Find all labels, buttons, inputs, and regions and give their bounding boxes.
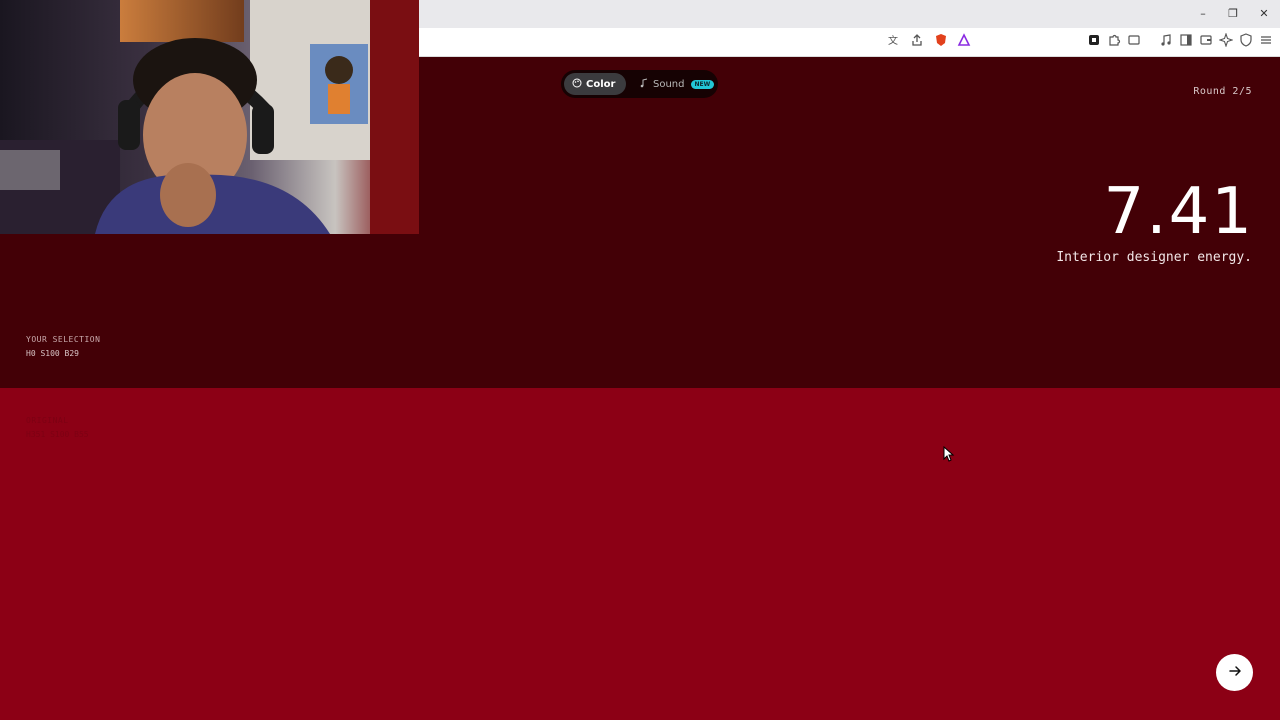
restore-button[interactable]: ❐ <box>1218 5 1248 23</box>
sidebar-icon[interactable] <box>1178 33 1194 49</box>
puzzle-icon[interactable] <box>1106 33 1122 49</box>
selection-label: YOUR SELECTION <box>26 335 101 344</box>
next-round-button[interactable] <box>1216 654 1253 691</box>
sound-mode-label: Sound <box>653 78 685 90</box>
palette-icon <box>572 78 582 91</box>
round-indicator: Round 2/5 <box>1193 86 1252 97</box>
svg-text:文: 文 <box>888 34 898 47</box>
minimize-button[interactable]: – <box>1188 5 1218 23</box>
mode-switch: Color Sound NEW <box>561 70 718 98</box>
vpn-shield-icon[interactable] <box>1238 33 1254 49</box>
original-value: H351 S100 B55 <box>26 430 89 439</box>
media-music-icon[interactable] <box>1158 33 1174 49</box>
music-note-icon <box>639 78 649 91</box>
score-verdict: Interior designer energy. <box>1056 250 1252 265</box>
tab-search-icon[interactable] <box>1126 33 1142 49</box>
mouse-cursor <box>943 445 955 466</box>
share-icon[interactable] <box>909 33 925 49</box>
webcam-overlay <box>0 0 419 234</box>
brave-rewards-icon[interactable] <box>956 33 972 49</box>
translate-icon[interactable]: 文 <box>886 33 902 49</box>
arrow-right-icon <box>1228 663 1242 682</box>
wallet-icon[interactable] <box>1198 33 1214 49</box>
color-mode-label: Color <box>586 78 616 90</box>
new-badge: NEW <box>690 79 715 89</box>
leo-ai-icon[interactable] <box>1218 32 1234 49</box>
selection-value: H0 S100 B29 <box>26 349 79 358</box>
webcam-scene <box>0 0 419 234</box>
original-color-panel <box>0 388 1280 720</box>
sound-mode-button[interactable]: Sound NEW <box>631 73 715 95</box>
color-mode-button[interactable]: Color <box>564 73 626 95</box>
extension-icon[interactable] <box>1086 33 1102 49</box>
score: 7.41 <box>1103 175 1254 249</box>
menu-icon[interactable] <box>1258 33 1274 49</box>
brave-shields-icon[interactable] <box>933 33 949 49</box>
close-window-button[interactable]: ✕ <box>1249 5 1279 23</box>
original-label: ORIGINAL <box>26 416 69 425</box>
